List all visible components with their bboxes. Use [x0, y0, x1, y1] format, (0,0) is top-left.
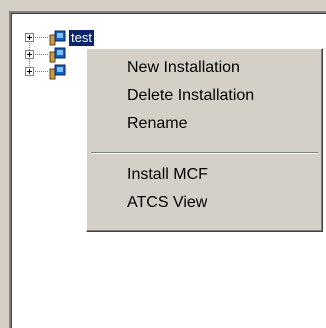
- menu-item-delete-installation[interactable]: Delete Installation: [90, 84, 319, 108]
- tree-connector: [35, 37, 49, 38]
- installation-icon: [49, 47, 66, 63]
- menu-item-new-installation[interactable]: New Installation: [90, 56, 319, 80]
- tree-connector: [35, 54, 49, 55]
- expand-icon[interactable]: [25, 67, 34, 76]
- menu-separator: [91, 152, 318, 154]
- tree-item-3[interactable]: [11, 64, 91, 80]
- tree-connector: [35, 71, 49, 72]
- installation-icon: [49, 30, 66, 46]
- installation-icon: [49, 64, 66, 80]
- tree-item-2[interactable]: [11, 47, 91, 63]
- menu-item-rename[interactable]: Rename: [90, 112, 319, 136]
- tree-item-test[interactable]: test: [11, 30, 151, 46]
- menu-item-install-mcf[interactable]: Install MCF: [90, 163, 319, 187]
- context-menu: New Installation Delete Installation Ren…: [86, 48, 323, 232]
- expand-icon[interactable]: [25, 33, 34, 42]
- menu-item-atcs-view[interactable]: ATCS View: [90, 191, 319, 215]
- tree-item-label[interactable]: test: [69, 30, 94, 46]
- expand-icon[interactable]: [25, 50, 34, 59]
